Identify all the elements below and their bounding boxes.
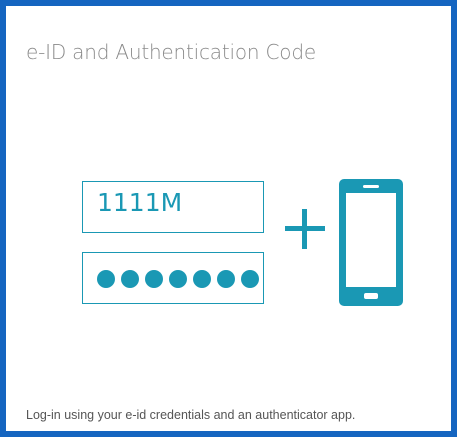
password-mask-dot bbox=[241, 270, 259, 288]
password-mask-dots bbox=[97, 270, 259, 288]
smartphone-icon bbox=[339, 179, 403, 306]
password-mask-dot bbox=[193, 270, 211, 288]
eid-field-graphic: 1111M bbox=[82, 181, 264, 233]
auth-illustration: 1111M bbox=[76, 179, 406, 309]
plus-icon bbox=[285, 209, 325, 249]
eid-value-text: 1111M bbox=[97, 188, 183, 217]
card-description: Log-in using your e-id credentials and a… bbox=[26, 408, 356, 422]
password-mask-dot bbox=[145, 270, 163, 288]
password-mask-dot bbox=[169, 270, 187, 288]
password-mask-dot bbox=[97, 270, 115, 288]
card-title: e-ID and Authentication Code bbox=[26, 40, 316, 64]
password-mask-dot bbox=[121, 270, 139, 288]
password-mask-dot bbox=[217, 270, 235, 288]
auth-method-card[interactable]: e-ID and Authentication Code 1111M Log-i… bbox=[0, 0, 457, 437]
password-field-graphic bbox=[82, 252, 264, 304]
